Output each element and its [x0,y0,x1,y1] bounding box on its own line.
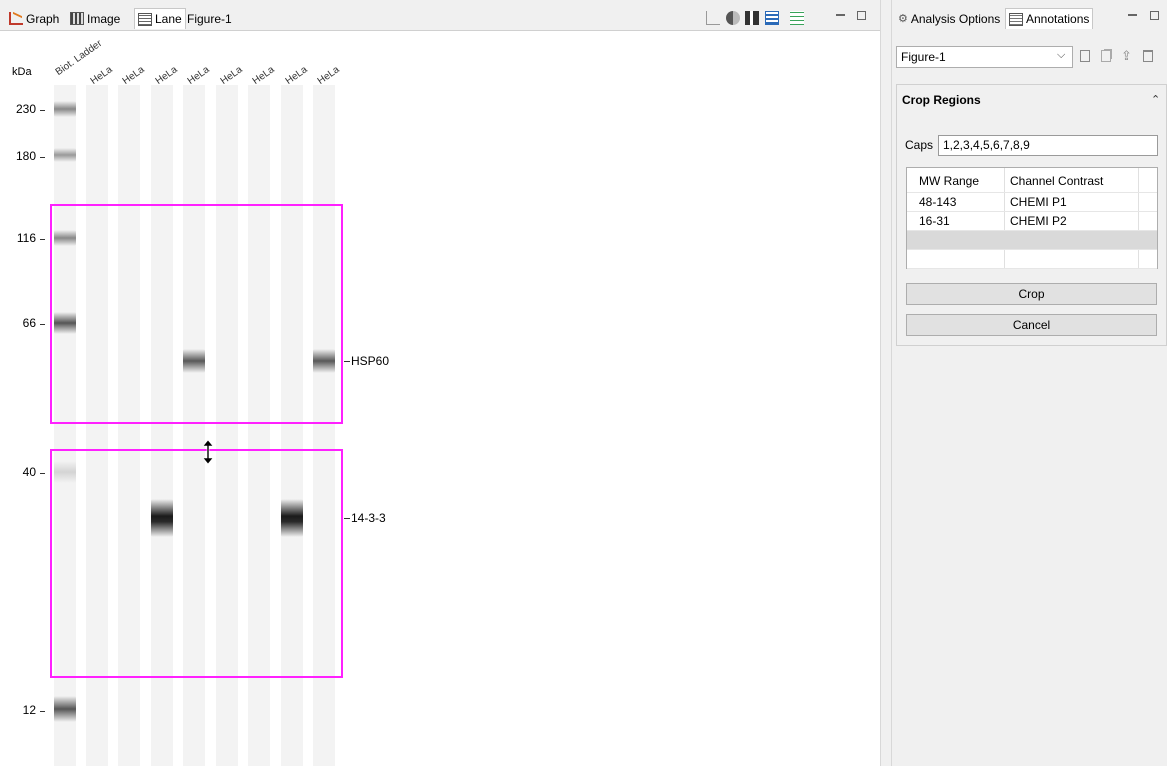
mw-tick [40,324,45,325]
lane-header: HeLa [250,64,277,87]
split-view-icon[interactable] [745,11,759,25]
axis-unit-label: kDa [12,66,32,78]
table-row[interactable]: 48-143 CHEMI P1 [907,193,1157,212]
contrast-icon[interactable] [726,11,740,25]
mw-tick [40,157,45,158]
crop-button[interactable]: Crop [906,283,1157,305]
lane-editor: Graph Image Lane Figure-1 kDa Biot. Ladd… [0,0,880,766]
graph-icon [9,12,23,25]
table-row-selected[interactable] [907,231,1157,250]
editor-tab-bar: Graph Image Lane Figure-1 [0,0,880,31]
mw-tick [40,711,45,712]
lane-header: HeLa [218,64,245,87]
mw-tick [40,110,45,111]
lane-header: HeLa [185,64,212,87]
right-panel: ⚙ Analysis Options Annotations Figure-1 … [892,0,1167,766]
lane-header: HeLa [88,64,115,87]
resize-cursor-icon [202,439,214,465]
mw-tick [40,239,45,240]
lane-header: HeLa [315,64,342,87]
table-row[interactable] [907,250,1157,269]
lane-header: HeLa [283,64,310,87]
tab-image[interactable]: Image [67,8,123,29]
ladder-band [54,148,76,162]
annotation-hsp60: HSP60 [351,354,390,368]
mw-marker-label: 12 [22,703,36,717]
copy-figure-icon[interactable] [1101,50,1111,62]
lane-view: kDa Biot. Ladder HeLa HeLa HeLa HeLa HeL… [0,31,880,766]
column-header-channel-contrast: Channel Contrast [1010,174,1104,188]
align-lanes-icon[interactable] [790,11,804,25]
collapse-icon[interactable]: ⌃ [1151,93,1160,106]
tab-figure-1[interactable]: Figure-1 [184,8,235,29]
delete-figure-icon[interactable] [1143,50,1153,62]
tab-lane[interactable]: Lane [134,8,186,29]
mw-marker-label: 180 [15,149,36,163]
maximize-icon[interactable] [857,11,866,20]
tab-analysis-options[interactable]: ⚙ Analysis Options [895,8,1003,29]
minimize-icon[interactable] [1128,14,1137,18]
crop-regions-title: Crop Regions [902,93,981,107]
crop-region-1[interactable] [50,204,343,424]
table-row[interactable]: 16-31 CHEMI P2 [907,212,1157,231]
maximize-icon[interactable] [1150,11,1159,20]
cancel-button[interactable]: Cancel [906,314,1157,336]
caps-input[interactable]: 1,2,3,4,5,6,7,8,9 [938,135,1158,156]
caps-label: Caps [905,138,934,152]
scatter-plot-icon[interactable] [706,11,720,25]
mw-marker-label: 66 [22,316,36,330]
ladder-band [54,101,76,117]
annotation-tick [344,361,350,362]
tab-annotations[interactable]: Annotations [1005,8,1094,29]
annotation-tick [344,518,350,519]
mw-tick [40,473,45,474]
lane-header: HeLa [120,64,147,87]
chevron-down-icon: ⌵ [1057,49,1066,61]
mw-marker-label: 40 [22,465,36,479]
lane-header: HeLa [153,64,180,87]
annotation-14-3-3: 14-3-3 [351,511,386,525]
figure-select[interactable]: Figure-1 ⌵ [896,46,1073,68]
new-figure-icon[interactable] [1080,50,1090,62]
lane-icon [138,12,152,26]
crop-region-2[interactable] [50,449,343,678]
minimize-icon[interactable] [836,14,845,18]
mw-marker-label: 230 [15,102,36,116]
annotations-icon [1009,12,1023,26]
panel-splitter[interactable] [880,0,892,766]
image-icon [70,12,84,25]
lane-layout-icon[interactable] [765,11,779,25]
column-header-mw-range: MW Range [919,174,980,188]
analysis-options-icon: ⚙ [898,13,908,25]
mw-marker-label: 116 [16,231,36,245]
right-tab-bar: ⚙ Analysis Options Annotations [892,0,1167,34]
export-figure-icon[interactable]: ⇪ [1121,48,1132,64]
ladder-band [54,696,76,722]
crop-regions-table: MW Range Channel Contrast 48-143 CHEMI P… [906,167,1158,269]
tab-graph[interactable]: Graph [6,8,62,29]
table-header-row: MW Range Channel Contrast [907,172,1157,193]
